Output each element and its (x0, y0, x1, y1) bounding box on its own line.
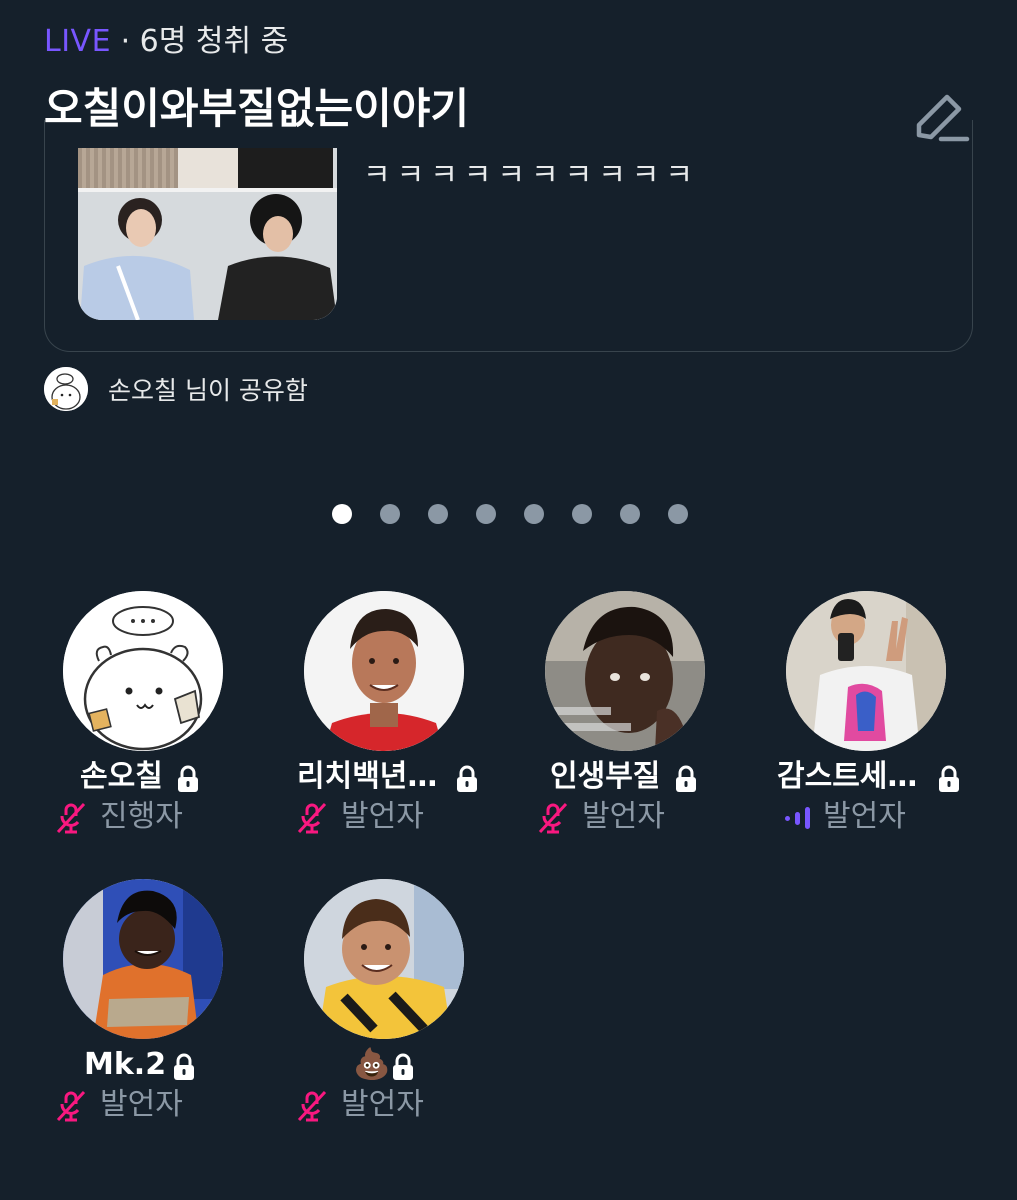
participant-role-row: 발언자 (22, 1085, 264, 1125)
avatar[interactable] (304, 591, 464, 751)
participant-role-row: 진행자 (22, 797, 264, 837)
live-status: LIVE · 6명 청취 중 (44, 22, 288, 62)
lock-icon (676, 765, 696, 792)
lock-icon (174, 1053, 194, 1080)
participant-role: 발언자 (823, 799, 906, 834)
post-thumbnail[interactable] (78, 148, 337, 320)
participant-name: Mk.2 (84, 1047, 167, 1082)
lock-icon (939, 765, 959, 792)
mic-off-icon (56, 1090, 86, 1122)
sharer-avatar[interactable] (44, 367, 88, 411)
participant-role-row: 발언자 (504, 797, 746, 837)
lock-icon (178, 765, 198, 792)
page-dot[interactable] (332, 504, 352, 524)
participant-role: 발언자 (341, 1087, 424, 1122)
participant-name: 손오칠 (80, 759, 163, 794)
shared-by-text: 손오칠 님이 공유함 (108, 376, 308, 405)
page-dot[interactable] (380, 504, 400, 524)
avatar[interactable] (63, 879, 223, 1039)
mic-off-icon (538, 802, 568, 834)
participant-name-row: 💩 (263, 1045, 505, 1085)
page-dot[interactable] (524, 504, 544, 524)
participant-role: 발언자 (341, 799, 424, 834)
mic-off-icon (297, 802, 327, 834)
avatar[interactable] (786, 591, 946, 751)
participant-name-row: 리치백년… (263, 757, 505, 797)
lock-icon (393, 1053, 413, 1080)
post-text: ㅋㅋㅋㅋㅋㅋㅋㅋㅋㅋ (363, 158, 699, 193)
shared-post-card[interactable]: ㅋㅋㅋㅋㅋㅋㅋㅋㅋㅋ (44, 120, 973, 352)
participant-name: 리치백년… (297, 759, 438, 794)
lock-icon (457, 765, 477, 792)
participant-name: 💩 (353, 1047, 391, 1082)
avatar[interactable] (63, 591, 223, 751)
participant-role: 발언자 (582, 799, 665, 834)
participant-role-row: 발언자 (263, 1085, 505, 1125)
shared-by: 손오칠 님이 공유함 (44, 366, 308, 412)
live-badge: LIVE (44, 24, 112, 59)
listener-count: · 6명 청취 중 (120, 24, 289, 59)
participant-role-row: 발언자 (263, 797, 505, 837)
participant-name-row: Mk.2 (22, 1045, 264, 1085)
participant-name: 인생부질 (550, 759, 661, 794)
participant-role: 발언자 (100, 1087, 183, 1122)
participant-name: 감스트세… (777, 759, 918, 794)
avatar[interactable] (304, 879, 464, 1039)
page-dot[interactable] (620, 504, 640, 524)
page-dot[interactable] (476, 504, 496, 524)
mic-off-icon (56, 802, 86, 834)
page-indicator[interactable] (332, 504, 716, 524)
avatar[interactable] (545, 591, 705, 751)
participant-name-row: 손오칠 (22, 757, 264, 797)
participant-role-row: 발언자 (745, 797, 987, 837)
page-dot[interactable] (668, 504, 688, 524)
speaking-indicator-icon (785, 807, 810, 829)
mic-off-icon (297, 1090, 327, 1122)
space-screen: LIVE · 6명 청취 중 오칠이와부질없는이야기 ㅋㅋㅋㅋㅋㅋㅋㅋㅋㅋ 손오… (0, 0, 1017, 1200)
participant-name-row: 감스트세… (745, 757, 987, 797)
participant-name-row: 인생부질 (504, 757, 746, 797)
participant-role: 진행자 (100, 799, 183, 834)
page-dot[interactable] (572, 504, 592, 524)
page-dot[interactable] (428, 504, 448, 524)
